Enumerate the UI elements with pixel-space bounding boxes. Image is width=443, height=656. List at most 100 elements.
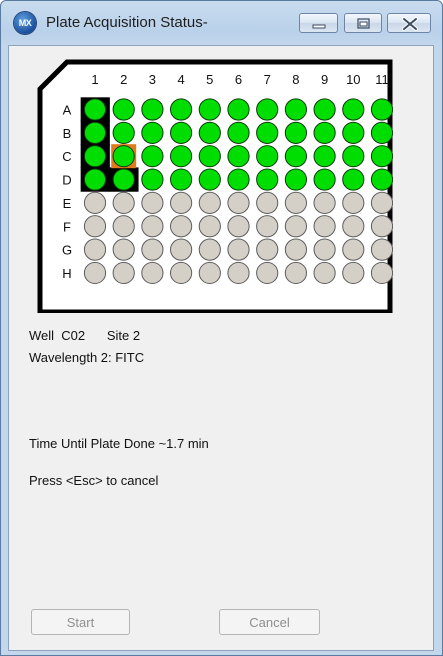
wavelength-text: Wavelength 2: FITC <box>29 350 145 365</box>
well-A2 <box>112 98 135 121</box>
well-G9 <box>313 238 336 261</box>
well-F3 <box>141 215 164 238</box>
well-A3 <box>141 98 164 121</box>
column-label: 10 <box>346 72 360 87</box>
well-G11 <box>370 238 393 261</box>
well-A7 <box>256 98 279 121</box>
close-button[interactable] <box>387 13 431 33</box>
column-label: 4 <box>177 72 184 87</box>
row-label: E <box>63 196 72 211</box>
well-D6 <box>227 168 250 191</box>
well-F1 <box>83 215 107 238</box>
well-B2 <box>112 121 135 144</box>
well-B3 <box>141 121 164 144</box>
column-label: 5 <box>206 72 213 87</box>
well-E4 <box>170 191 193 214</box>
well-F8 <box>284 215 307 238</box>
minimize-icon <box>312 24 326 29</box>
well-G4 <box>170 238 193 261</box>
well-C5 <box>198 145 221 168</box>
well-F10 <box>342 215 365 238</box>
well-A6 <box>227 98 250 121</box>
well-E1 <box>83 191 107 214</box>
well-E11 <box>370 191 393 214</box>
row-label: H <box>62 266 71 281</box>
well-H3 <box>141 261 164 285</box>
column-label: 2 <box>120 72 127 87</box>
well-A9 <box>313 98 336 121</box>
well-G10 <box>342 238 365 261</box>
well-G3 <box>141 238 164 261</box>
well-value: C02 <box>61 328 86 343</box>
well-E9 <box>313 191 336 214</box>
well-H5 <box>198 261 221 285</box>
plate-acquisition-window: MX Plate Acquisition Status- 1 2 3 4 5 6 7 8 9 10… <box>0 0 443 656</box>
well-C4 <box>170 145 193 168</box>
well-B1 <box>83 121 107 144</box>
column-label: 3 <box>149 72 156 87</box>
start-button[interactable]: Start <box>31 609 130 635</box>
well-E2 <box>112 191 135 214</box>
well-D5 <box>198 168 221 191</box>
well-H2 <box>112 261 135 285</box>
well-F11 <box>370 215 393 238</box>
well-A5 <box>198 98 221 121</box>
row-label: D <box>62 173 71 188</box>
well-B5 <box>198 121 221 144</box>
well-B4 <box>170 121 193 144</box>
maximize-icon <box>357 18 370 29</box>
well-G7 <box>256 238 279 261</box>
well-label: Well <box>29 328 55 343</box>
well-F9 <box>313 215 336 238</box>
well-D2 <box>112 168 135 191</box>
well-C1 <box>83 145 107 168</box>
well-H11 <box>370 261 393 285</box>
well-C6 <box>227 145 250 168</box>
minimize-button[interactable] <box>299 13 338 33</box>
site-value: 2 <box>132 328 141 343</box>
well-G8 <box>284 238 307 261</box>
well-E10 <box>342 191 365 214</box>
well-E7 <box>256 191 279 214</box>
well-C9 <box>313 145 336 168</box>
well-D4 <box>170 168 193 191</box>
column-label: 8 <box>292 72 299 87</box>
well-H10 <box>342 261 365 285</box>
well-C7 <box>256 145 279 168</box>
well-D7 <box>256 168 279 191</box>
well-G1 <box>83 238 107 261</box>
column-label: 11 <box>375 72 389 87</box>
window-title: Plate Acquisition Status- <box>46 14 208 31</box>
well-F6 <box>227 215 250 238</box>
column-label: 9 <box>321 72 328 87</box>
well-E5 <box>198 191 221 214</box>
row-label: B <box>63 126 72 141</box>
well-A4 <box>170 98 193 121</box>
column-label: 6 <box>235 72 242 87</box>
well-E6 <box>227 191 250 214</box>
well-H9 <box>313 261 336 285</box>
row-label: A <box>63 103 72 118</box>
title-bar[interactable]: MX Plate Acquisition Status- <box>1 1 442 45</box>
well-G6 <box>227 238 250 261</box>
well-H1 <box>83 261 107 285</box>
well-H7 <box>256 261 279 285</box>
well-A1 <box>83 98 107 121</box>
well-D8 <box>284 168 307 191</box>
well-H6 <box>227 261 250 285</box>
time-remaining-text: Time Until Plate Done ~1.7 min <box>29 436 209 451</box>
well-F5 <box>198 215 221 238</box>
well-F4 <box>170 215 193 238</box>
site-label: Site <box>106 328 130 343</box>
well-B10 <box>342 121 365 144</box>
well-E8 <box>284 191 307 214</box>
well-H4 <box>170 261 193 285</box>
cancel-button[interactable]: Cancel <box>219 609 320 635</box>
well-plate-map: 123456789101112ABCDEFGH <box>37 59 393 313</box>
maximize-button[interactable] <box>344 13 382 33</box>
well-D9 <box>313 168 336 191</box>
well-D11 <box>370 168 393 191</box>
well-C8 <box>284 145 307 168</box>
well-B6 <box>227 121 250 144</box>
well-C2 <box>112 145 135 168</box>
